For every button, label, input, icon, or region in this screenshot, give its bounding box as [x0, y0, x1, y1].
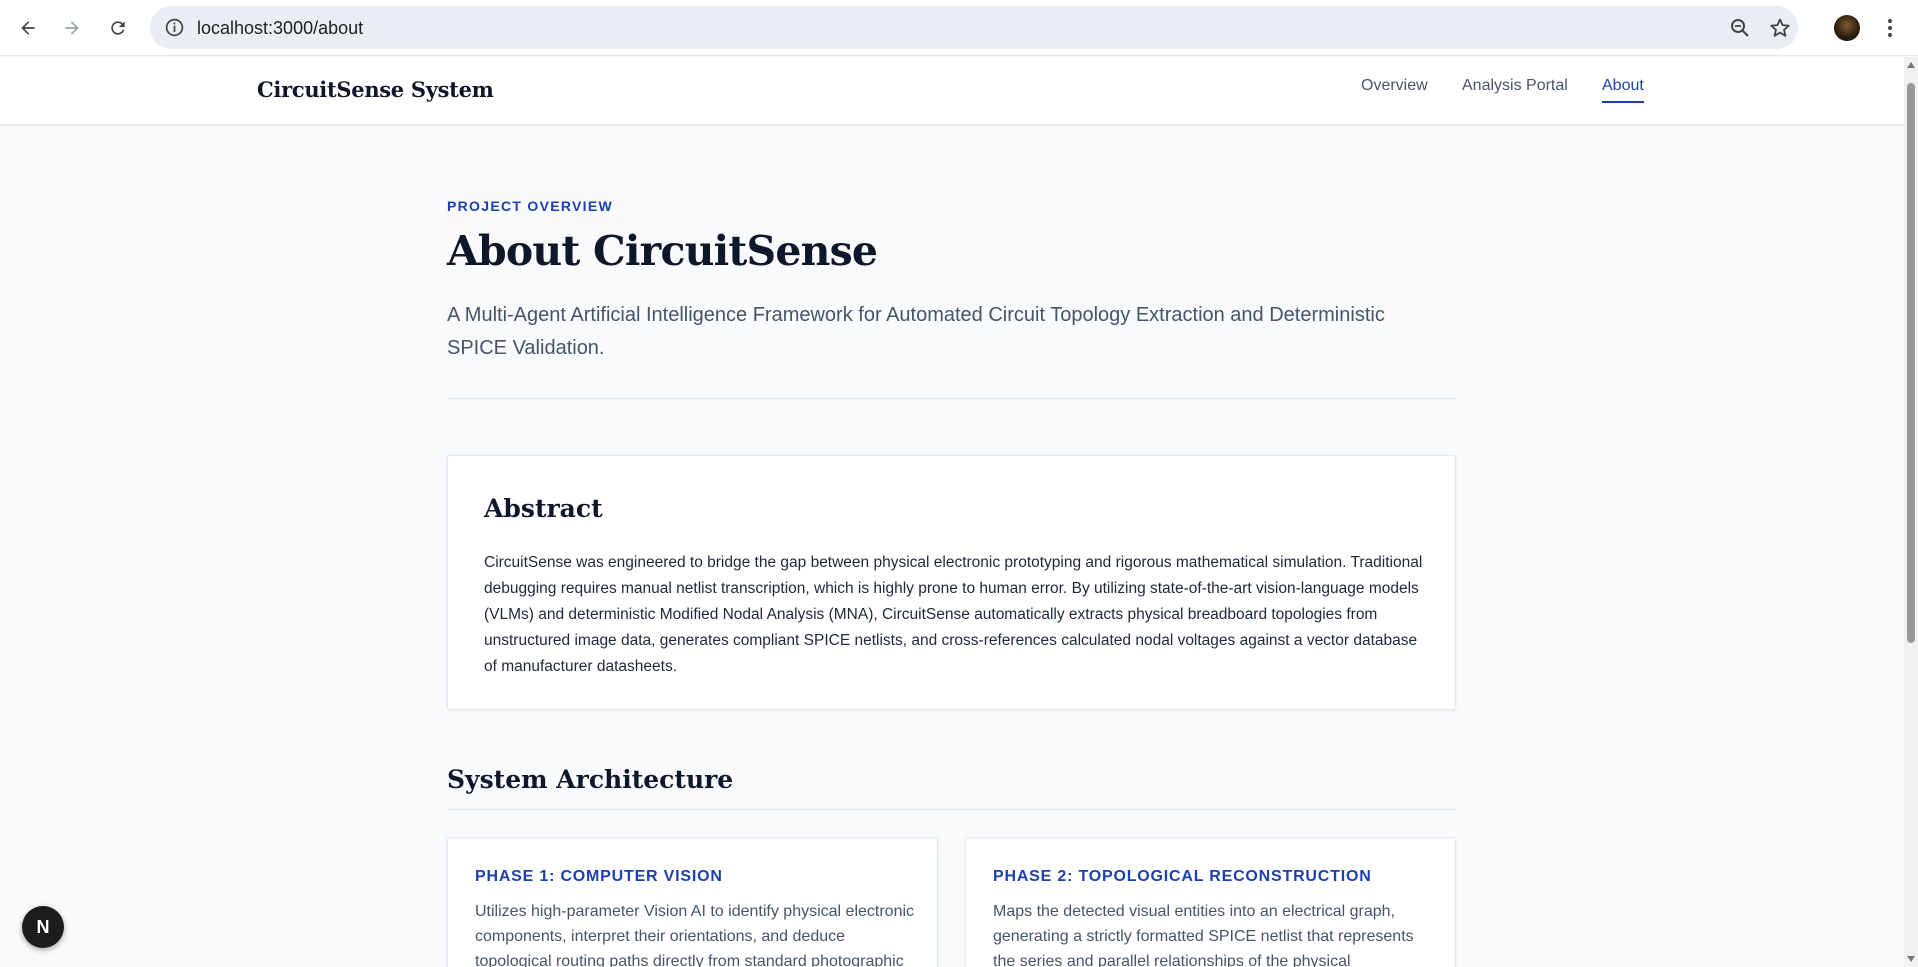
scroll-thumb[interactable] [1907, 83, 1915, 643]
nav-analysis-portal[interactable]: Analysis Portal [1462, 77, 1568, 95]
page-scrollbar[interactable] [1904, 57, 1918, 967]
address-bar[interactable]: localhost:3000/about [150, 6, 1798, 49]
abstract-title: Abstract [484, 494, 603, 523]
site-header: CircuitSense System Overview Analysis Po… [0, 57, 1904, 125]
eyebrow-label: PROJECT OVERVIEW [447, 198, 614, 214]
nav-overview[interactable]: Overview [1361, 77, 1428, 95]
scroll-down-arrow-icon[interactable] [1907, 956, 1915, 962]
nav-about[interactable]: About [1602, 77, 1644, 103]
page-subtitle: A Multi-Agent Artificial Intelligence Fr… [447, 304, 1385, 359]
scroll-up-arrow-icon[interactable] [1907, 62, 1915, 68]
star-icon[interactable] [1768, 16, 1792, 40]
browser-toolbar: localhost:3000/about [0, 0, 1918, 56]
nav-about-label: About [1602, 77, 1644, 94]
architecture-title: System Architecture [447, 765, 734, 794]
phase-description: Utilizes high-parameter Vision AI to ide… [475, 903, 915, 967]
phase-title: PHASE 2: TOPOLOGICAL RECONSTRUCTION [993, 868, 1372, 885]
nextjs-logo-icon: N [36, 916, 50, 937]
phase-description: Maps the detected visual entities into a… [993, 903, 1414, 967]
nextjs-dev-badge[interactable]: N [22, 906, 64, 948]
menu-icon[interactable] [1880, 14, 1900, 42]
brand-logo[interactable]: CircuitSense System [257, 77, 494, 102]
section-divider [447, 398, 1456, 399]
back-icon[interactable] [12, 12, 44, 44]
page-title: About CircuitSense [447, 227, 878, 275]
info-icon[interactable] [164, 17, 185, 38]
reload-icon[interactable] [102, 12, 134, 44]
active-nav-indicator [1602, 101, 1644, 103]
avatar[interactable] [1834, 15, 1860, 41]
phase-card: PHASE 1: COMPUTER VISION Utilizes high-p… [447, 837, 938, 967]
forward-icon[interactable] [56, 12, 88, 44]
phase-title: PHASE 1: COMPUTER VISION [475, 868, 723, 885]
abstract-card: Abstract CircuitSense was engineered to … [447, 455, 1456, 710]
zoom-icon[interactable] [1728, 16, 1752, 40]
architecture-divider [447, 809, 1456, 810]
phase-card: PHASE 2: TOPOLOGICAL RECONSTRUCTION Maps… [965, 837, 1456, 967]
url-text[interactable]: localhost:3000/about [197, 18, 363, 39]
abstract-text: CircuitSense was engineered to bridge th… [484, 554, 1423, 675]
